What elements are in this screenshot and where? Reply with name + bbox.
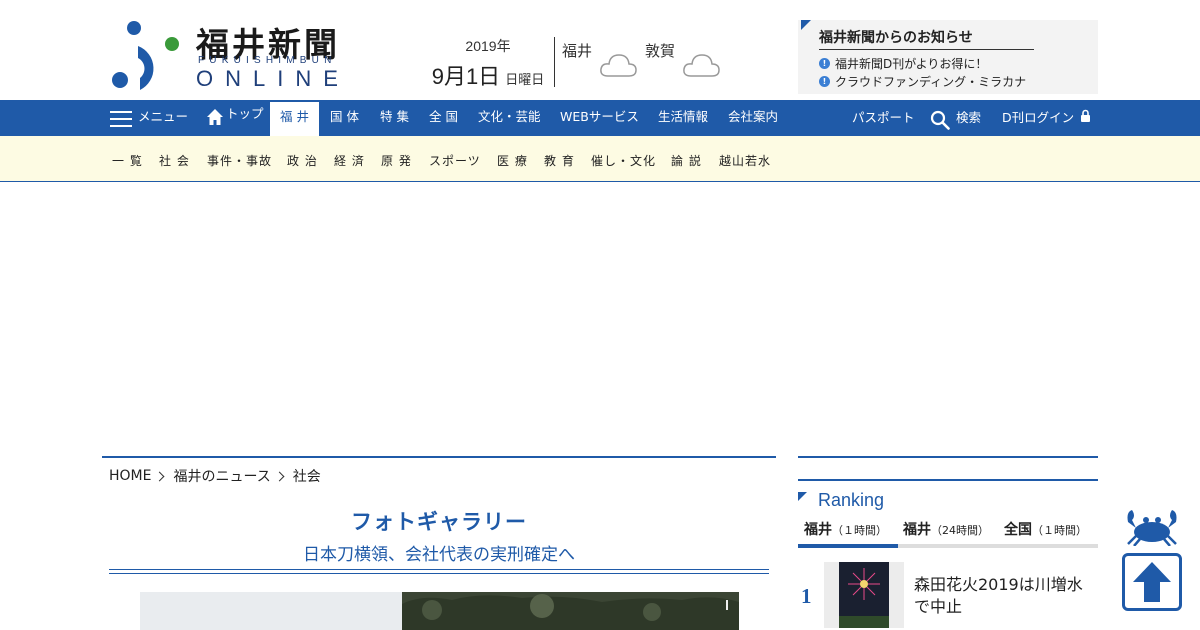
- nav-tab-kokutai[interactable]: 国 体: [330, 100, 359, 136]
- nav-tab-seikatsu[interactable]: 生活情報: [658, 100, 708, 136]
- subnav-item[interactable]: 越山若水: [719, 152, 771, 169]
- hamburger-menu-icon[interactable]: [110, 111, 132, 127]
- sub-nav: 一 覧 社 会 事件・事故 政 治 経 済 原 発 スポーツ 医 療 教 育 催…: [0, 136, 1200, 182]
- weather-city: 福井: [562, 42, 593, 60]
- nav-tab-bunka[interactable]: 文化・芸能: [478, 100, 541, 136]
- subnav-item[interactable]: 事件・事故: [207, 152, 272, 169]
- nav-search[interactable]: 検索: [956, 101, 981, 137]
- ranking-tab-fukui-1h[interactable]: 福井（１時間）: [798, 520, 898, 548]
- notice-box: 福井新聞からのお知らせ ! 福井新聞D刊がよりお得に！ ! クラウドファンディン…: [798, 20, 1098, 94]
- notice-item[interactable]: ! 福井新聞D刊がよりお得に！: [819, 55, 987, 72]
- home-icon[interactable]: [206, 108, 224, 126]
- notice-title: 福井新聞からのお知らせ: [819, 27, 1034, 50]
- fireworks-image: [839, 562, 889, 628]
- notice-item-label: 福井新聞D刊がよりお得に！: [835, 57, 988, 71]
- weather-city: 敦賀: [645, 42, 676, 60]
- notice-corner-mark: [801, 20, 811, 30]
- date-display: 2019年 9月1日 日曜日: [425, 36, 551, 91]
- ranking-tab-fukui-24h[interactable]: 福井（24時間）: [903, 520, 989, 548]
- nav-login[interactable]: D刊ログイン: [1002, 101, 1074, 137]
- breadcrumb-home[interactable]: HOME: [109, 468, 151, 484]
- notice-item[interactable]: ! クラウドファンディング・ミラカナ: [819, 73, 1026, 90]
- date-month-day: 9月1日: [431, 64, 501, 89]
- nav-passport[interactable]: パスポート: [852, 101, 915, 137]
- subnav-item[interactable]: 医 療: [497, 152, 528, 169]
- ranking-thumbnail: [824, 562, 904, 628]
- arrow-up-icon: [1133, 562, 1171, 602]
- weather-fukui[interactable]: 福井: [562, 40, 642, 82]
- main-nav: メニュー トップ 福 井 国 体 特 集 全 国 文化・芸能 WEBサービス 生…: [0, 100, 1200, 136]
- nav-tab-fukui[interactable]: 福 井: [270, 102, 319, 136]
- lock-icon: [1081, 109, 1090, 122]
- subnav-item[interactable]: スポーツ: [429, 152, 481, 169]
- nav-tab-tokushu[interactable]: 特 集: [380, 100, 409, 136]
- chevron-right-icon: [155, 471, 165, 481]
- breadcrumb-fukui-news[interactable]: 福井のニュース: [173, 466, 270, 486]
- subnav-item[interactable]: 論 説: [671, 152, 702, 169]
- breadcrumb: HOME 福井のニュース 社会: [109, 466, 325, 486]
- nav-tab-company[interactable]: 会社案内: [728, 100, 778, 136]
- ranking-number: 1: [801, 584, 812, 608]
- ranking-item[interactable]: 1 森田花火2019は川増水で中止: [798, 562, 1098, 628]
- search-icon[interactable]: [930, 110, 950, 130]
- info-bullet-icon: !: [819, 76, 830, 87]
- date-day-of-week: 日曜日: [505, 73, 545, 88]
- title-divider: [109, 569, 769, 574]
- nav-tab-zenkoku[interactable]: 全 国: [429, 100, 458, 136]
- nav-tab-web-services[interactable]: WEBサービス: [560, 100, 639, 136]
- logo-mark-icon: [112, 21, 179, 90]
- breadcrumb-society[interactable]: 社会: [293, 466, 321, 486]
- ranking-corner-mark: [798, 492, 807, 501]
- photo-image: [402, 592, 739, 630]
- subnav-item[interactable]: 社 会: [159, 152, 190, 169]
- ranking-tabs: 福井（１時間） 福井（24時間） 全国（１時間）: [798, 520, 1098, 548]
- date-divider: [554, 37, 555, 87]
- site-logo[interactable]: 福井新聞 FUKUISHIMBUN ONLINE: [110, 18, 360, 92]
- date-year: 2019年: [465, 38, 511, 54]
- article-subtitle: 日本刀横領、会社代表の実刑確定へ: [303, 545, 575, 565]
- subnav-item[interactable]: 催し・文化: [591, 152, 656, 169]
- ranking-heading: Ranking: [818, 490, 885, 510]
- cloud-icon: [600, 54, 637, 77]
- sidebar-divider: [798, 479, 1098, 481]
- ranking-title: 森田花火2019は川増水で中止: [914, 575, 1083, 616]
- nav-top[interactable]: トップ: [226, 97, 264, 133]
- crab-mascot-icon: [1127, 510, 1177, 546]
- nav-menu[interactable]: メニュー: [138, 100, 188, 136]
- subnav-item[interactable]: 政 治: [287, 152, 318, 169]
- article-column: HOME 福井のニュース 社会 フォトギャラリー 日本刀横領、会社代表の実刑確定…: [102, 456, 776, 630]
- notice-item-label: クラウドファンディング・ミラカナ: [835, 75, 1027, 89]
- page-title: フォトギャラリー: [351, 510, 527, 534]
- logo-romaji: FUKUISHIMBUN: [198, 55, 337, 66]
- ranking-tab-national-1h[interactable]: 全国（１時間）: [1004, 520, 1087, 548]
- page-top-button[interactable]: [1122, 553, 1182, 611]
- subnav-item[interactable]: 経 済: [334, 152, 365, 169]
- chevron-right-icon: [274, 471, 285, 481]
- subnav-item[interactable]: 原 発: [381, 152, 412, 169]
- cloud-icon: [683, 54, 720, 77]
- logo-online: ONLINE: [196, 66, 350, 91]
- subnav-item[interactable]: 教 育: [544, 152, 575, 169]
- site-header: 福井新聞 FUKUISHIMBUN ONLINE 2019年 9月1日 日曜日 …: [0, 0, 1200, 100]
- subnav-item[interactable]: 一 覧: [112, 152, 143, 169]
- sidebar: Ranking 福井（１時間） 福井（24時間） 全国（１時間） 1 森田花火2…: [798, 456, 1098, 630]
- gallery-photo[interactable]: [140, 592, 739, 630]
- weather-tsuruga[interactable]: 敦賀: [645, 40, 725, 82]
- info-bullet-icon: !: [819, 58, 830, 69]
